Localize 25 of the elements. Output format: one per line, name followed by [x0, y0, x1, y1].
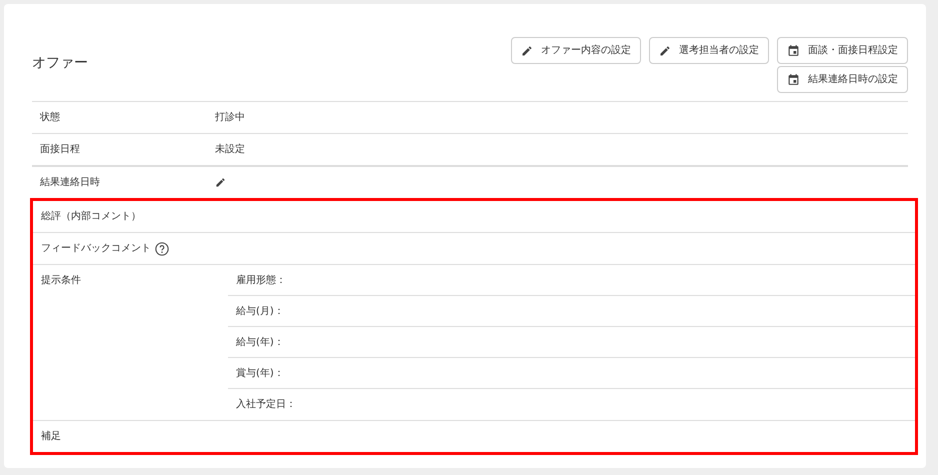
row-value: 未設定 — [215, 143, 245, 156]
pencil-icon — [521, 44, 533, 56]
help-icon[interactable] — [155, 242, 169, 256]
row-label: 総評（内部コメント） — [41, 210, 141, 223]
calendar-icon — [787, 44, 800, 57]
toolbar-button[interactable]: 結果連絡日時の設定 — [777, 66, 908, 93]
condition-label: 雇用形態： — [236, 274, 286, 286]
toolbar-button[interactable]: 面談・面接日程設定 — [777, 37, 908, 64]
condition-label: 給与(月)： — [236, 304, 284, 318]
section-title: オファー — [32, 54, 88, 73]
row-label: 補足 — [41, 430, 61, 443]
pencil-icon — [659, 44, 671, 56]
row-label: 提示条件 — [41, 274, 81, 287]
condition-label: 入社予定日： — [236, 398, 296, 411]
pencil-icon — [215, 177, 226, 188]
condition-label: 賞与(年)： — [236, 366, 284, 380]
row-label: 結果連絡日時 — [40, 176, 100, 189]
toolbar-button[interactable]: オファー内容の設定 — [511, 37, 641, 64]
condition-label: 給与(年)： — [236, 336, 284, 348]
row-label: フィードバックコメント — [41, 242, 151, 255]
row-label: 面接日程 — [40, 143, 80, 156]
toolbar-button[interactable]: 選考担当者の設定 — [649, 37, 769, 64]
row-label: 状態 — [40, 111, 60, 124]
row-value: 打診中 — [215, 111, 245, 124]
calendar-icon — [787, 73, 800, 86]
